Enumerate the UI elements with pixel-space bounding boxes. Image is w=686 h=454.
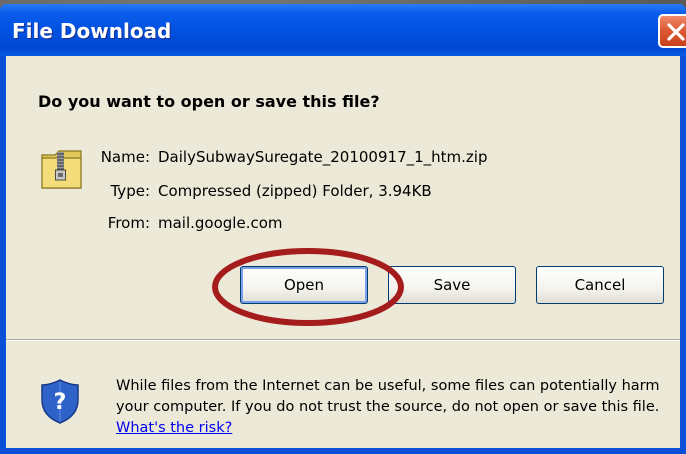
save-button[interactable]: Save [388, 266, 516, 304]
shield-question-icon: ? [41, 379, 79, 424]
file-type-value: Compressed (zipped) Folder, 3.94KB [158, 182, 432, 200]
window-title: File Download [12, 19, 172, 43]
file-name-label: Name: [100, 148, 150, 166]
whats-the-risk-link[interactable]: What's the risk? [116, 420, 232, 436]
file-from-value: mail.google.com [158, 214, 283, 232]
zip-folder-icon [41, 150, 82, 189]
close-button[interactable] [658, 14, 686, 48]
svg-text:?: ? [54, 390, 67, 415]
title-bar[interactable]: File Download [0, 4, 686, 56]
cancel-button[interactable]: Cancel [536, 266, 664, 304]
file-name-value: DailySubwaySuregate_20100917_1_htm.zip [158, 148, 488, 166]
file-from-label: From: [107, 214, 150, 232]
file-type-label: Type: [110, 182, 150, 200]
warning-message: While files from the Internet can be use… [116, 378, 660, 415]
divider [6, 339, 680, 341]
security-warning: While files from the Internet can be use… [116, 376, 672, 439]
dialog-body: Do you want to open or save this file? N… [6, 56, 680, 448]
file-download-dialog: File Download Do you want to open or sav… [0, 4, 686, 454]
close-icon [667, 23, 685, 41]
open-button[interactable]: Open [240, 266, 368, 304]
dialog-question: Do you want to open or save this file? [38, 92, 380, 111]
